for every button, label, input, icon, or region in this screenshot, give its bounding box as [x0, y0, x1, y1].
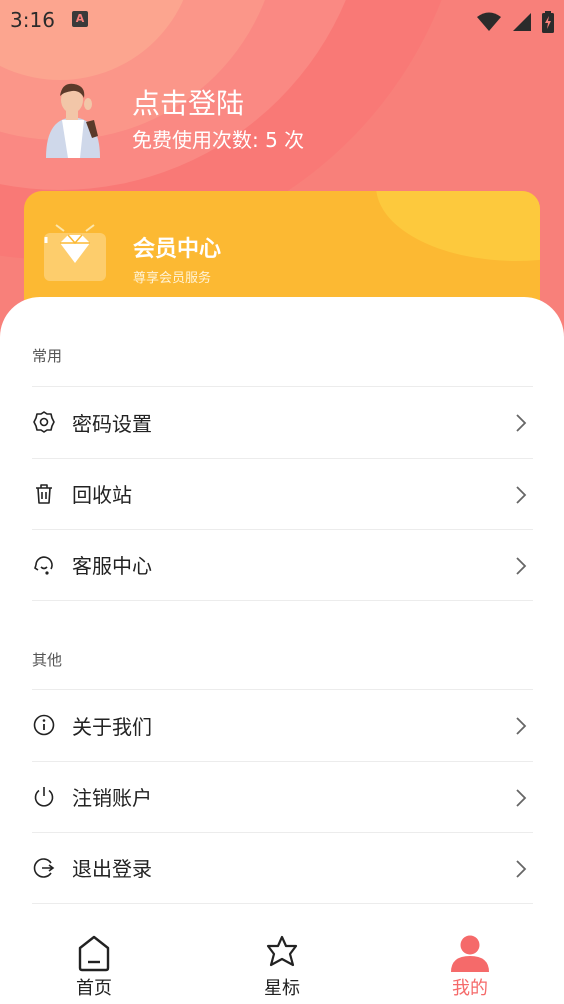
tab-label: 首页 — [76, 978, 112, 999]
diamond-icon — [44, 224, 106, 281]
info-icon — [33, 714, 55, 736]
tab-label: 星标 — [264, 978, 300, 999]
menu-common: 密码设置 回收站 客服中心 — [32, 386, 533, 601]
home-icon — [78, 935, 110, 972]
menu-item-customer-service[interactable]: 客服中心 — [32, 529, 533, 601]
status-time: 3:16 — [10, 8, 55, 32]
logout-icon — [33, 857, 55, 878]
power-icon — [34, 786, 54, 807]
user-icon — [451, 935, 489, 972]
battery-charging-icon — [542, 10, 554, 33]
signal-icon — [512, 12, 531, 31]
section-title-other: 其他 — [32, 651, 63, 669]
tab-home[interactable]: 首页 — [34, 934, 154, 1004]
tab-label: 我的 — [452, 978, 488, 999]
vip-title: 会员中心 — [133, 237, 222, 262]
menu-label: 客服中心 — [72, 554, 152, 579]
trash-icon — [36, 483, 52, 504]
menu-item-about-us[interactable]: 关于我们 — [32, 689, 533, 761]
vip-subtitle: 尊享会员服务 — [133, 271, 212, 286]
menu-label: 关于我们 — [72, 714, 152, 739]
menu-item-delete-account[interactable]: 注销账户 — [32, 760, 533, 833]
star-icon — [266, 935, 298, 967]
menu-label: 注销账户 — [72, 786, 152, 811]
tab-starred[interactable]: 星标 — [222, 934, 342, 1004]
chevron-right-icon — [516, 557, 527, 575]
settings-sheet: 常用 密码设置 回收站 客服中心 其他 关于我们 注销账户 退出登录 — [0, 297, 564, 927]
menu-label: 密码设置 — [72, 411, 152, 436]
chevron-right-icon — [516, 788, 527, 807]
menu-label: 回收站 — [72, 483, 132, 508]
notification-badge: A — [72, 11, 88, 27]
profile-header[interactable]: 点击登陆 免费使用次数: 5 次 — [38, 78, 538, 168]
section-title-common: 常用 — [32, 347, 63, 365]
chevron-right-icon — [516, 485, 527, 504]
login-button[interactable]: 点击登陆 — [132, 82, 244, 122]
customer-service-icon — [34, 556, 53, 575]
chevron-right-icon — [516, 860, 527, 878]
bottom-tab-bar: 首页 星标 我的 — [0, 928, 564, 1004]
menu-other: 关于我们 注销账户 退出登录 — [32, 689, 533, 904]
tab-mine[interactable]: 我的 — [410, 934, 530, 1004]
menu-item-logout[interactable]: 退出登录 — [32, 832, 533, 904]
free-uses-text: 免费使用次数: 5 次 — [132, 128, 305, 152]
chevron-right-icon — [516, 717, 527, 735]
gear-icon — [33, 411, 55, 434]
menu-label: 退出登录 — [72, 857, 152, 882]
chevron-right-icon — [516, 414, 527, 432]
menu-item-recycle-bin[interactable]: 回收站 — [32, 457, 533, 530]
wifi-icon — [477, 12, 502, 31]
status-icons — [473, 8, 554, 33]
avatar[interactable] — [38, 78, 104, 158]
status-bar: 3:16 A — [0, 0, 564, 40]
menu-item-password-settings[interactable]: 密码设置 — [32, 386, 533, 458]
